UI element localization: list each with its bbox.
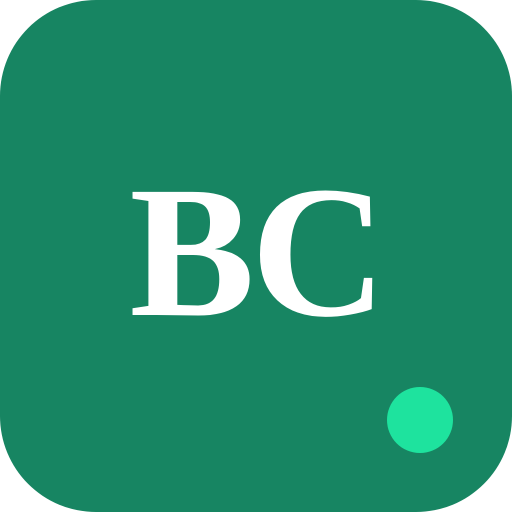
status-dot-icon xyxy=(387,387,453,453)
app-icon: BC xyxy=(0,0,512,512)
